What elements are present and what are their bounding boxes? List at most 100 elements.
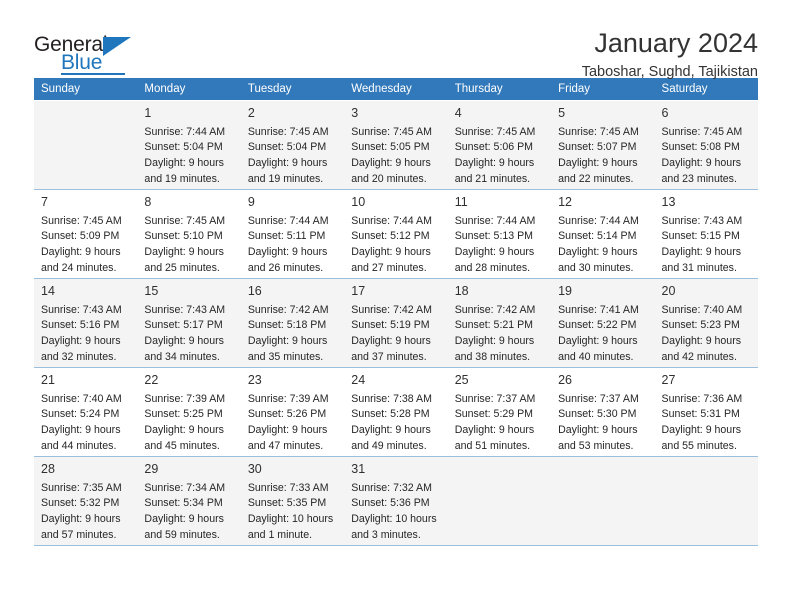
day-number: 2 (247, 106, 255, 120)
calendar-day-cell[interactable]: 31 Sunrise: 7:32 AM Sunset: 5:36 PM Dayli… (344, 456, 448, 546)
calendar-day-cell[interactable]: 10 Sunrise: 7:44 AM Sunset: 5:12 PM Dayli… (344, 189, 448, 279)
day-cell-inner: 1 Sunrise: 7:44 AM Sunset: 5:04 PM Daylig… (137, 101, 241, 189)
calendar-day-cell[interactable]: 26 Sunrise: 7:37 AM Sunset: 5:30 PM Dayli… (551, 367, 655, 457)
calendar-day-cell[interactable]: 11 Sunrise: 7:44 AM Sunset: 5:13 PM Dayli… (447, 189, 552, 279)
calendar-day-cell[interactable]: 22 Sunrise: 7:39 AM Sunset: 5:25 PM Dayli… (137, 367, 241, 457)
calendar-day-cell[interactable]: 1 Sunrise: 7:44 AM Sunset: 5:04 PM Daylig… (137, 100, 241, 190)
sun-times-text: Sunrise: 7:42 AM Sunset: 5:19 PM Dayligh… (351, 303, 432, 363)
sun-times-text: Sunrise: 7:43 AM Sunset: 5:15 PM Dayligh… (661, 214, 743, 274)
column-header-wednesday: Wednesday (344, 78, 448, 101)
calendar-day-cell[interactable]: 28 Sunrise: 7:35 AM Sunset: 5:32 PM Dayli… (34, 456, 138, 546)
calendar-week-row: 21 Sunrise: 7:40 AM Sunset: 5:24 PM Dayli… (34, 367, 758, 457)
day-number: 24 (351, 373, 366, 387)
calendar-day-cell[interactable]: 19 Sunrise: 7:41 AM Sunset: 5:22 PM Dayli… (551, 278, 655, 368)
day-number: 19 (558, 284, 573, 298)
sun-times-text: Sunrise: 7:40 AM Sunset: 5:24 PM Dayligh… (41, 392, 122, 452)
sun-times-text: Sunrise: 7:44 AM Sunset: 5:11 PM Dayligh… (247, 214, 329, 274)
sun-times-text: Sunrise: 7:42 AM Sunset: 5:21 PM Dayligh… (454, 303, 536, 363)
calendar-day-cell[interactable]: 30 Sunrise: 7:33 AM Sunset: 5:35 PM Dayli… (240, 456, 345, 546)
page-header: General Blue January 2024 Taboshar, Sugh… (0, 0, 792, 81)
sun-times-text: Sunrise: 7:45 AM Sunset: 5:08 PM Dayligh… (661, 125, 743, 185)
day-cell-inner: 29 Sunrise: 7:34 AM Sunset: 5:34 PM Dayli… (137, 457, 241, 545)
day-cell-inner: 14 Sunrise: 7:43 AM Sunset: 5:16 PM Dayli… (34, 279, 138, 367)
calendar-day-cell[interactable]: 8 Sunrise: 7:45 AM Sunset: 5:10 PM Daylig… (137, 189, 241, 279)
calendar-day-cell[interactable]: 27 Sunrise: 7:36 AM Sunset: 5:31 PM Dayli… (654, 367, 758, 457)
calendar-week-row: 28 Sunrise: 7:35 AM Sunset: 5:32 PM Dayli… (34, 456, 758, 546)
calendar-day-cell[interactable]: 18 Sunrise: 7:42 AM Sunset: 5:21 PM Dayli… (447, 278, 552, 368)
calendar-day-cell[interactable]: 29 Sunrise: 7:34 AM Sunset: 5:34 PM Dayli… (137, 456, 241, 546)
calendar-day-cell[interactable]: 21 Sunrise: 7:40 AM Sunset: 5:24 PM Dayli… (34, 367, 138, 457)
day-number: 14 (41, 284, 55, 298)
day-number: 5 (558, 106, 566, 120)
sun-times-text: Sunrise: 7:34 AM Sunset: 5:34 PM Dayligh… (144, 481, 226, 541)
day-cell-inner (551, 457, 655, 545)
day-number: 27 (661, 373, 676, 387)
calendar-day-cell[interactable]: 20 Sunrise: 7:40 AM Sunset: 5:23 PM Dayli… (654, 278, 758, 368)
calendar-day-cell[interactable]: 25 Sunrise: 7:37 AM Sunset: 5:29 PM Dayli… (447, 367, 552, 457)
day-number: 10 (351, 195, 366, 209)
day-cell-inner: 18 Sunrise: 7:42 AM Sunset: 5:21 PM Dayli… (447, 279, 552, 367)
calendar-day-cell[interactable]: 9 Sunrise: 7:44 AM Sunset: 5:11 PM Daylig… (240, 189, 345, 279)
day-number: 3 (351, 106, 359, 120)
sun-times-text: Sunrise: 7:42 AM Sunset: 5:18 PM Dayligh… (247, 303, 329, 363)
calendar-day-cell[interactable]: 13 Sunrise: 7:43 AM Sunset: 5:15 PM Dayli… (654, 189, 758, 279)
day-cell-inner: 12 Sunrise: 7:44 AM Sunset: 5:14 PM Dayli… (551, 190, 654, 278)
calendar-day-cell[interactable]: 15 Sunrise: 7:43 AM Sunset: 5:17 PM Dayli… (137, 278, 241, 368)
day-number: 13 (661, 195, 676, 209)
general-blue-logo[interactable]: General Blue (34, 26, 142, 76)
day-cell-inner: 9 Sunrise: 7:44 AM Sunset: 5:11 PM Daylig… (241, 190, 344, 278)
calendar-day-cell[interactable]: 17 Sunrise: 7:42 AM Sunset: 5:19 PM Dayli… (344, 278, 448, 368)
day-number: 31 (351, 462, 366, 476)
day-number: 21 (41, 373, 55, 387)
sun-times-text: Sunrise: 7:32 AM Sunset: 5:36 PM Dayligh… (351, 481, 437, 541)
location-subtitle: Taboshar, Sughd, Tajikistan (581, 64, 758, 81)
day-cell-inner: 2 Sunrise: 7:45 AM Sunset: 5:04 PM Daylig… (240, 101, 345, 189)
sun-times-text: Sunrise: 7:45 AM Sunset: 5:07 PM Dayligh… (558, 125, 639, 185)
sun-times-text: Sunrise: 7:45 AM Sunset: 5:05 PM Dayligh… (351, 125, 432, 185)
calendar-empty-cell (447, 456, 552, 546)
day-cell-inner: 8 Sunrise: 7:45 AM Sunset: 5:10 PM Daylig… (137, 190, 240, 278)
sun-times-text: Sunrise: 7:39 AM Sunset: 5:26 PM Dayligh… (247, 392, 329, 452)
day-cell-inner: 22 Sunrise: 7:39 AM Sunset: 5:25 PM Dayli… (137, 368, 240, 456)
day-cell-inner: 13 Sunrise: 7:43 AM Sunset: 5:15 PM Dayli… (655, 190, 758, 278)
calendar-day-cell[interactable]: 7 Sunrise: 7:45 AM Sunset: 5:09 PM Daylig… (34, 189, 138, 279)
calendar-day-cell[interactable]: 23 Sunrise: 7:39 AM Sunset: 5:26 PM Dayli… (240, 367, 345, 457)
day-number: 15 (144, 284, 159, 298)
calendar-day-cell[interactable]: 12 Sunrise: 7:44 AM Sunset: 5:14 PM Dayli… (551, 189, 655, 279)
sun-times-text: Sunrise: 7:36 AM Sunset: 5:31 PM Dayligh… (661, 392, 743, 452)
calendar-week-row: 1 Sunrise: 7:44 AM Sunset: 5:04 PM Daylig… (34, 100, 758, 190)
calendar-day-cell[interactable]: 3 Sunrise: 7:45 AM Sunset: 5:05 PM Daylig… (344, 100, 448, 190)
sun-times-text: Sunrise: 7:44 AM Sunset: 5:13 PM Dayligh… (454, 214, 536, 274)
day-cell-inner: 7 Sunrise: 7:45 AM Sunset: 5:09 PM Daylig… (34, 190, 137, 278)
calendar-day-cell[interactable]: 16 Sunrise: 7:42 AM Sunset: 5:18 PM Dayli… (240, 278, 345, 368)
day-cell-inner (447, 457, 552, 545)
day-cell-inner: 28 Sunrise: 7:35 AM Sunset: 5:32 PM Dayli… (34, 457, 138, 545)
day-cell-inner: 31 Sunrise: 7:32 AM Sunset: 5:36 PM Dayli… (344, 457, 448, 545)
calendar-day-cell[interactable]: 14 Sunrise: 7:43 AM Sunset: 5:16 PM Dayli… (34, 278, 138, 368)
day-number: 11 (454, 195, 468, 209)
calendar-day-cell[interactable]: 24 Sunrise: 7:38 AM Sunset: 5:28 PM Dayli… (344, 367, 448, 457)
sun-times-text: Sunrise: 7:38 AM Sunset: 5:28 PM Dayligh… (351, 392, 432, 452)
logo-text-blue: Blue (61, 51, 103, 74)
day-cell-inner: 5 Sunrise: 7:45 AM Sunset: 5:07 PM Daylig… (551, 101, 655, 189)
calendar-day-cell[interactable]: 6 Sunrise: 7:45 AM Sunset: 5:08 PM Daylig… (654, 100, 758, 190)
day-cell-inner: 10 Sunrise: 7:44 AM Sunset: 5:12 PM Dayli… (344, 190, 447, 278)
day-number: 25 (454, 373, 469, 387)
sun-times-text: Sunrise: 7:44 AM Sunset: 5:12 PM Dayligh… (351, 214, 432, 274)
day-cell-inner: 16 Sunrise: 7:42 AM Sunset: 5:18 PM Dayli… (240, 279, 345, 367)
day-cell-inner: 26 Sunrise: 7:37 AM Sunset: 5:30 PM Dayli… (551, 368, 654, 456)
calendar-day-cell[interactable]: 4 Sunrise: 7:45 AM Sunset: 5:06 PM Daylig… (447, 100, 552, 190)
calendar-page: General Blue January 2024 Taboshar, Sugh… (0, 0, 792, 612)
column-header-monday: Monday (137, 78, 241, 101)
day-number: 12 (558, 195, 573, 209)
calendar-week-row: 14 Sunrise: 7:43 AM Sunset: 5:16 PM Dayli… (34, 278, 758, 368)
day-cell-inner: 24 Sunrise: 7:38 AM Sunset: 5:28 PM Dayli… (344, 368, 447, 456)
sun-times-text: Sunrise: 7:45 AM Sunset: 5:10 PM Dayligh… (144, 214, 226, 274)
day-cell-inner: 19 Sunrise: 7:41 AM Sunset: 5:22 PM Dayli… (551, 279, 655, 367)
day-cell-inner: 21 Sunrise: 7:40 AM Sunset: 5:24 PM Dayli… (34, 368, 137, 456)
calendar-day-cell[interactable]: 5 Sunrise: 7:45 AM Sunset: 5:07 PM Daylig… (551, 100, 655, 190)
day-number: 18 (454, 284, 469, 298)
calendar-day-cell[interactable]: 2 Sunrise: 7:45 AM Sunset: 5:04 PM Daylig… (240, 100, 345, 190)
sun-times-text: Sunrise: 7:40 AM Sunset: 5:23 PM Dayligh… (661, 303, 743, 363)
calendar-empty-cell (551, 456, 655, 546)
